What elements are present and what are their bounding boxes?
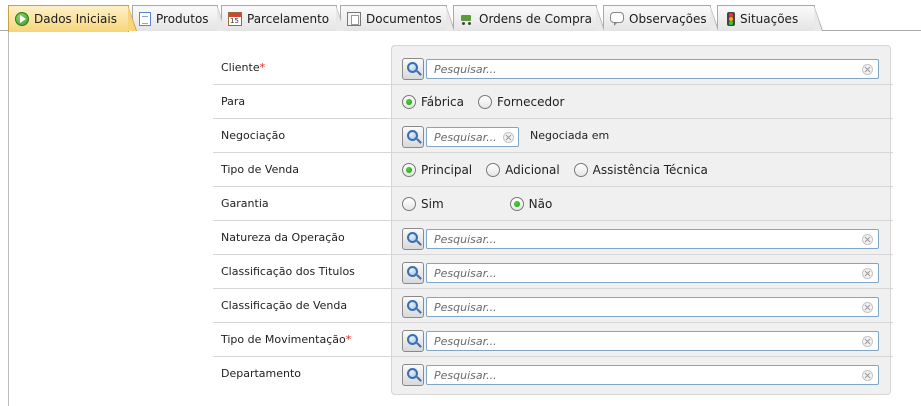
tab-label: Parcelamento — [247, 11, 330, 26]
documents-icon — [347, 11, 361, 26]
form-row-classificacao-venda: Classificação de Venda — [213, 289, 893, 323]
radio-button-checked[interactable] — [509, 197, 524, 211]
negociacao-lookup-button[interactable] — [402, 126, 424, 148]
tab-dados-iniciais[interactable]: Dados Iniciais — [8, 5, 137, 32]
para-radio-group: Fábrica Fornecedor — [402, 85, 578, 119]
clear-icon[interactable] — [862, 336, 873, 347]
radio-fabrica[interactable]: Fábrica — [402, 95, 464, 109]
magnifier-icon — [407, 334, 418, 345]
departamento-search-input[interactable] — [426, 365, 879, 385]
content-left-border — [8, 31, 9, 406]
cliente-search-input[interactable] — [426, 59, 879, 79]
tab-label: Produtos — [156, 11, 209, 26]
tab-documentos[interactable]: Documentos — [340, 5, 455, 31]
radio-button[interactable] — [402, 197, 416, 211]
radio-fornecedor[interactable]: Fornecedor — [478, 95, 564, 109]
tab-bar: Dados Iniciais Produtos Parcelamento Doc… — [0, 0, 921, 32]
shopping-cart-icon — [460, 12, 474, 26]
form-row-tipo-movimentacao: Tipo de Movimentação* — [213, 323, 893, 357]
clear-icon[interactable] — [503, 132, 514, 143]
field-label-tipo-venda: Tipo de Venda — [221, 163, 300, 176]
tab-ordens-de-compra[interactable]: Ordens de Compra — [453, 5, 605, 31]
tab-label: Observações — [629, 11, 707, 26]
tipo-movimentacao-search-input[interactable] — [426, 331, 879, 351]
radio-button[interactable] — [478, 95, 492, 109]
classificacao-titulos-search-input[interactable] — [426, 263, 879, 283]
form-row-natureza-operacao: Natureza da Operação — [213, 221, 893, 255]
document-icon — [139, 11, 151, 26]
negociada-em-label: Negociada em — [530, 129, 610, 142]
clear-icon[interactable] — [862, 268, 873, 279]
radio-assistencia-tecnica[interactable]: Assistência Técnica — [573, 163, 708, 177]
magnifier-icon — [407, 130, 418, 141]
form-row-cliente: Cliente* — [213, 51, 893, 85]
radio-principal[interactable]: Principal — [402, 163, 472, 177]
magnifier-icon — [407, 232, 418, 243]
magnifier-icon — [407, 300, 418, 311]
form-row-classificacao-titulos: Classificação dos Titulos — [213, 255, 893, 289]
radio-button-checked[interactable] — [402, 163, 416, 177]
field-label-tipo-movimentacao: Tipo de Movimentação* — [221, 333, 352, 346]
tab-label: Dados Iniciais — [34, 12, 117, 26]
required-marker: * — [345, 333, 352, 346]
tab-parcelamento[interactable]: Parcelamento — [221, 5, 345, 31]
clear-icon[interactable] — [862, 64, 873, 75]
cliente-lookup-button[interactable] — [402, 58, 424, 80]
form-row-garantia: Garantia Sim Não — [213, 187, 893, 221]
clear-icon[interactable] — [862, 302, 873, 313]
magnifier-icon — [407, 368, 418, 379]
field-label-garantia: Garantia — [221, 197, 269, 210]
field-label-classificacao-titulos: Classificação dos Titulos — [221, 265, 355, 278]
calendar-icon — [228, 11, 242, 26]
magnifier-icon — [407, 266, 418, 277]
departamento-lookup-button[interactable] — [402, 364, 424, 386]
form-row-departamento: Departamento — [213, 357, 893, 391]
classificacao-titulos-lookup-button[interactable] — [402, 262, 424, 284]
tab-label: Situações — [740, 11, 799, 26]
classificacao-venda-lookup-button[interactable] — [402, 296, 424, 318]
field-label-cliente: Cliente* — [221, 61, 266, 74]
radio-adicional[interactable]: Adicional — [486, 163, 560, 177]
radio-sim[interactable]: Sim — [402, 197, 444, 211]
radio-button[interactable] — [573, 163, 588, 177]
garantia-radio-group: Sim Não — [402, 187, 566, 221]
form-row-para: Para Fábrica Fornecedor — [213, 85, 893, 119]
form-row-tipo-venda: Tipo de Venda Principal Adicional Assist… — [213, 153, 893, 187]
field-label-natureza-operacao: Natureza da Operação — [221, 231, 345, 244]
tipo-venda-radio-group: Principal Adicional Assistência Técnica — [402, 153, 722, 187]
play-circle-icon — [15, 12, 29, 26]
field-label-para: Para — [221, 95, 246, 108]
radio-button[interactable] — [486, 163, 501, 177]
tab-label: Documentos — [366, 11, 442, 26]
tab-observacoes[interactable]: Observações — [603, 5, 719, 31]
classificacao-venda-search-input[interactable] — [426, 297, 879, 317]
traffic-light-icon — [727, 11, 735, 26]
required-marker: * — [259, 61, 266, 74]
field-label-negociacao: Negociação — [221, 129, 286, 142]
tab-situacoes[interactable]: Situações — [717, 5, 823, 31]
tab-produtos[interactable]: Produtos — [132, 5, 226, 31]
clear-icon[interactable] — [862, 370, 873, 381]
tipo-movimentacao-lookup-button[interactable] — [402, 330, 424, 352]
field-label-classificacao-venda: Classificação de Venda — [221, 299, 348, 312]
radio-button-checked[interactable] — [402, 95, 416, 109]
clear-icon[interactable] — [862, 234, 873, 245]
radio-nao[interactable]: Não — [509, 197, 552, 211]
form-row-negociacao: Negociação Negociada em — [213, 119, 893, 153]
natureza-operacao-lookup-button[interactable] — [402, 228, 424, 250]
field-label-departamento: Departamento — [221, 367, 302, 380]
chat-bubble-icon — [610, 12, 624, 26]
tab-label: Ordens de Compra — [479, 11, 592, 26]
magnifier-icon — [407, 62, 418, 73]
natureza-operacao-search-input[interactable] — [426, 229, 879, 249]
